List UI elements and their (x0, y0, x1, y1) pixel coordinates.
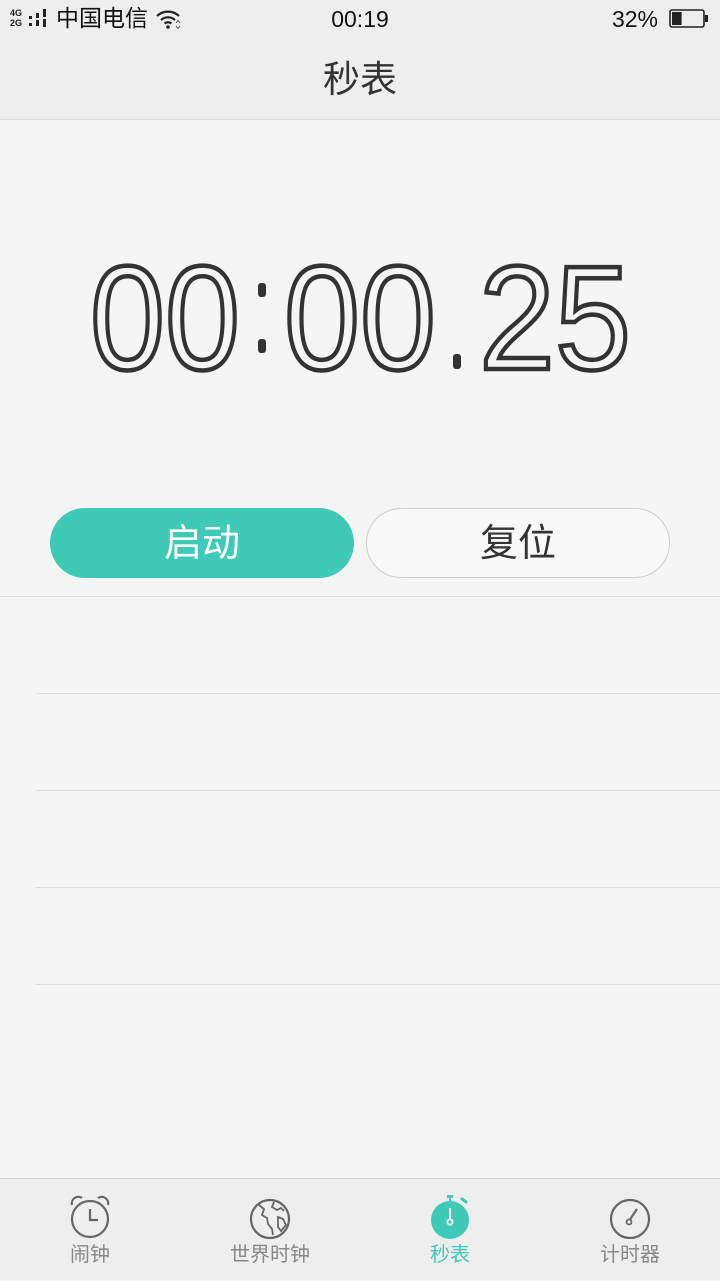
battery-icon (669, 9, 708, 28)
time-colon-dot-top (258, 283, 266, 297)
timer-icon (609, 1198, 651, 1239)
lap-row-divider (36, 887, 720, 888)
tab-stopwatch[interactable]: 秒表 (360, 1179, 540, 1281)
alarm-clock-icon (70, 1195, 110, 1239)
stopwatch-minutes: 00 (90, 236, 240, 396)
tab-world-clock-label: 世界时钟 (230, 1242, 310, 1266)
stopwatch-time-display: 00 00 25 (88, 236, 634, 396)
stopwatch-icon (431, 1195, 469, 1239)
tab-timer-label: 计时器 (600, 1242, 660, 1266)
tab-stopwatch-label: 秒表 (430, 1242, 470, 1266)
time-decimal-dot (453, 354, 461, 369)
stopwatch-seconds: 00 (284, 236, 436, 396)
tab-alarm[interactable]: 闹钟 (0, 1179, 180, 1281)
tab-world-clock[interactable]: 世界时钟 (180, 1179, 360, 1281)
lap-row-divider (36, 790, 720, 791)
start-button[interactable]: 启动 (50, 508, 354, 578)
bottom-nav: 闹钟 世界时钟 秒表 计时器 (0, 1178, 720, 1280)
time-colon-dot-bottom (258, 339, 266, 353)
globe-icon (249, 1198, 291, 1239)
tab-timer[interactable]: 计时器 (540, 1179, 720, 1281)
status-bar: 4G 2G 中国电信 00:19 32% (0, 0, 720, 40)
lap-row-divider (36, 693, 720, 694)
reset-button[interactable]: 复位 (366, 508, 670, 578)
header: 秒表 (0, 40, 720, 120)
battery-percentage: 32% (611, 6, 658, 32)
lap-row-divider (36, 984, 720, 985)
tab-alarm-label: 闹钟 (70, 1242, 110, 1266)
lap-list (0, 596, 720, 1178)
stopwatch-centiseconds: 25 (479, 236, 631, 396)
page-title: 秒表 (323, 58, 397, 101)
